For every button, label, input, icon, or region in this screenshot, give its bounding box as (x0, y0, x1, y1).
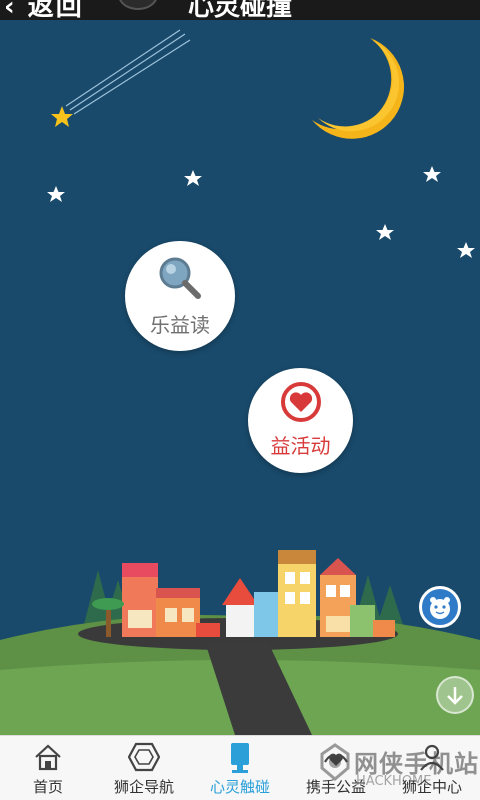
user-icon (420, 744, 444, 771)
heart-icon (281, 382, 321, 422)
tab-heart-touch[interactable]: 心灵触碰 (192, 736, 288, 800)
mascot-avatar-button[interactable] (419, 586, 461, 628)
star-icon (423, 166, 441, 182)
arrow-down-icon (447, 687, 463, 705)
star-icon (457, 242, 475, 258)
tab-label: 狮企导航 (113, 778, 174, 796)
read-label: 乐益读 (150, 313, 210, 337)
tab-charity[interactable]: 携手公益 (288, 736, 384, 800)
scene-illustration (0, 29, 480, 735)
night-scene: 乐益读 益活动 (0, 20, 480, 735)
tab-label: 携手公益 (305, 778, 366, 796)
activity-button[interactable]: 益活动 (248, 368, 353, 473)
star-icon (376, 224, 394, 240)
bottom-tab-bar: 首页 狮企导航 心灵触碰 携手公益 狮企中心 (0, 735, 480, 800)
cup-icon (231, 743, 249, 773)
tab-label: 首页 (32, 778, 63, 796)
scroll-down-button[interactable] (436, 676, 474, 714)
hands-icon (324, 753, 348, 766)
tab-home[interactable]: 首页 (0, 736, 96, 800)
activity-label: 益活动 (270, 434, 331, 458)
back-button[interactable]: ‹ 返回 (4, 0, 84, 20)
mascot-icon (430, 597, 450, 619)
title-bar: ‹ 返回 心灵碰撞 (0, 0, 480, 20)
tab-label: 心灵触碰 (209, 778, 270, 796)
home-icon (35, 744, 61, 771)
magnifier-icon (159, 257, 201, 299)
read-button[interactable]: 乐益读 (125, 241, 235, 351)
town-buildings (122, 550, 395, 637)
tab-user-center[interactable]: 狮企中心 (384, 736, 480, 800)
tab-label: 狮企中心 (401, 778, 462, 796)
star-icon (184, 170, 202, 186)
shooting-star-icon (51, 106, 73, 127)
page-title: 心灵碰撞 (188, 0, 293, 20)
hexagon-icon (128, 742, 160, 772)
tab-navigation[interactable]: 狮企导航 (96, 736, 192, 800)
header-avatar (118, 0, 158, 10)
star-icon (47, 186, 65, 202)
